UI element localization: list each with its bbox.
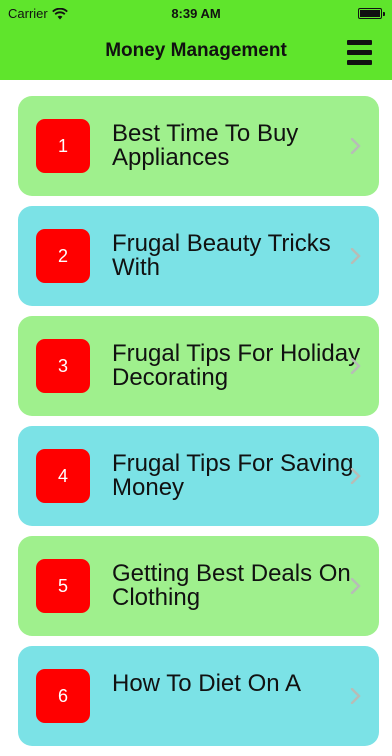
article-list: 1 Best Time To Buy Appliances 2 Frugal B… xyxy=(18,96,379,756)
list-item[interactable]: 1 Best Time To Buy Appliances xyxy=(18,96,379,196)
list-item[interactable]: 5 Getting Best Deals On Clothing xyxy=(18,536,379,636)
list-item[interactable]: 4 Frugal Tips For Saving Money xyxy=(18,426,379,526)
item-title: Frugal Tips For Holiday Decorating xyxy=(112,340,361,391)
item-number-badge: 6 xyxy=(36,669,90,723)
chevron-right-icon xyxy=(350,688,361,704)
header: Carrier 8:39 AM Money Management xyxy=(0,0,392,80)
list-item[interactable]: 3 Frugal Tips For Holiday Decorating xyxy=(18,316,379,416)
chevron-right-icon xyxy=(350,468,361,484)
item-title: Frugal Beauty Tricks With xyxy=(112,230,331,281)
chevron-right-icon xyxy=(350,248,361,264)
item-number-badge: 1 xyxy=(36,119,90,173)
hamburger-menu-icon-bar xyxy=(347,60,372,65)
item-title: Best Time To Buy Appliances xyxy=(112,120,299,171)
item-number-badge: 4 xyxy=(36,449,90,503)
item-title: How To Diet On A xyxy=(112,670,301,697)
status-time: 8:39 AM xyxy=(171,6,221,21)
chevron-right-icon xyxy=(350,138,361,154)
status-bar: Carrier 8:39 AM xyxy=(0,0,392,28)
page-title: Money Management xyxy=(105,40,287,61)
item-title: Getting Best Deals On Clothing xyxy=(112,560,351,611)
list-item[interactable]: 6 How To Diet On A xyxy=(18,646,379,746)
item-number-badge: 3 xyxy=(36,339,90,393)
list-item[interactable]: 2 Frugal Beauty Tricks With xyxy=(18,206,379,306)
battery-fill xyxy=(360,10,380,17)
hamburger-menu-icon-bar xyxy=(347,40,372,45)
chevron-right-icon xyxy=(350,358,361,374)
item-number-badge: 2 xyxy=(36,229,90,283)
hamburger-menu-icon-bar xyxy=(347,50,372,55)
battery-icon xyxy=(358,8,385,19)
chevron-right-icon xyxy=(350,578,361,594)
item-number-badge: 5 xyxy=(36,559,90,613)
item-title: Frugal Tips For Saving Money xyxy=(112,450,354,501)
menu-button[interactable] xyxy=(347,40,372,65)
